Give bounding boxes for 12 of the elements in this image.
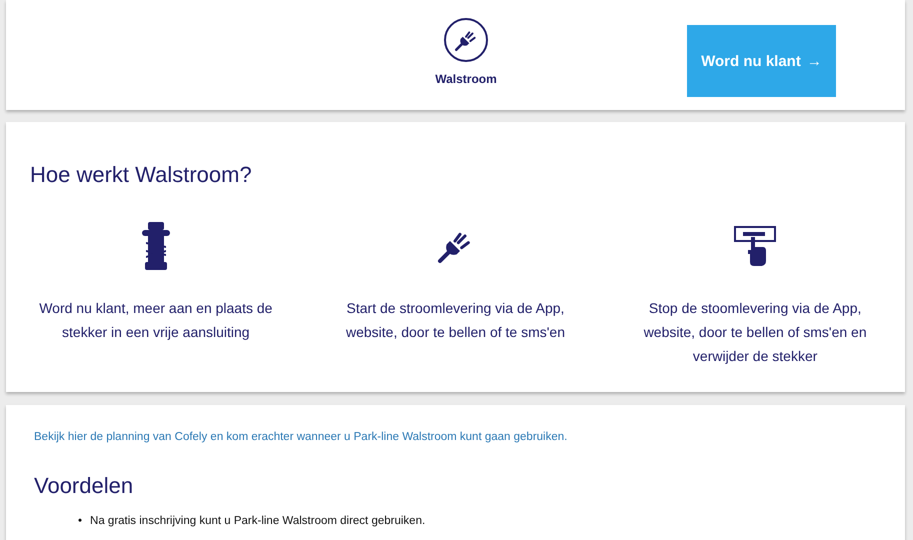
step-text: Word nu klant, meer aan en plaats de stekker in een vrije aansluiting [38, 299, 274, 342]
bullet-marker: • [78, 514, 82, 529]
stop-button-icon [733, 225, 778, 267]
section-title: Voordelen [34, 473, 134, 499]
step-text: Stop de stoomlevering via de App, website, door te bellen of sms'en en verwijder de stekker [642, 299, 868, 366]
service-label: Walstroom [435, 72, 497, 86]
bollard-icon [140, 222, 172, 270]
step-text: Start de stroomlevering via de App, website, door te bellen of te sms'en [344, 299, 566, 342]
bullet-text: Na gratis inschrijving kunt u Park-line Walstroom direct gebruiken. [90, 514, 426, 529]
planning-link[interactable]: Bekijk hier de planning van Cofely en kom erachter wanneer u Park-line Walstroom kunt gaan gebruiken. [34, 431, 568, 443]
signup-button[interactable]: Word nu klant → [687, 25, 836, 97]
section-title: Hoe werkt Walstroom? [30, 162, 253, 188]
